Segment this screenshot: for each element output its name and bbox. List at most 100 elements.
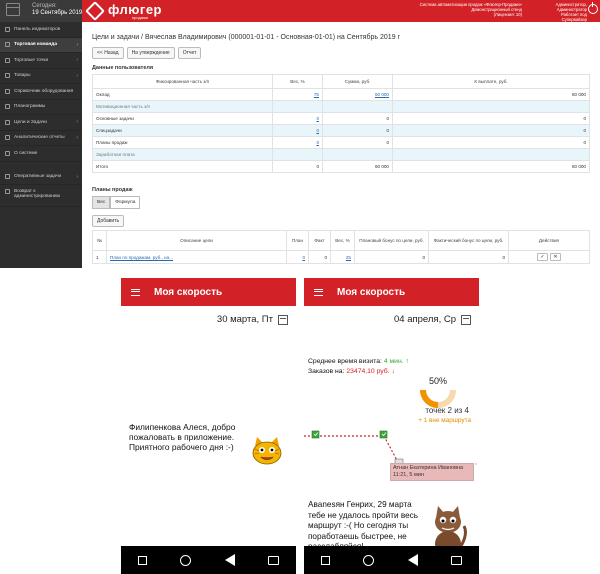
table-row: Планы продаж 0 0 0 <box>92 136 590 149</box>
sidebar-item[interactable]: Цели и Задачи › <box>0 115 82 131</box>
salary-table: Фиксированная часть з/п Вес, % Сумма, ру… <box>92 74 590 173</box>
current-date: 30 марта, Пт <box>216 314 273 325</box>
table-row: Спецзадачи 0 0 0 <box>92 124 590 137</box>
visit-tooltip: Атнан Екатерина Ивановна 11:21, 5 мин <box>390 463 474 481</box>
app-bar: Моя скорость <box>304 278 479 306</box>
section-sales-plans-title: Планы продаж <box>92 187 133 193</box>
row-sum[interactable]: 60 000 <box>322 88 393 101</box>
tab-weight[interactable]: Вес <box>92 196 111 209</box>
avg-visit-stat: Среднее время визита: 4 мин. ↑ <box>308 358 409 365</box>
row-sum: 60 000 <box>322 160 393 173</box>
row-weight <box>272 100 323 113</box>
plan-value[interactable]: 0 <box>286 250 309 264</box>
back-icon[interactable] <box>224 554 235 566</box>
report-button[interactable]: Отчет <box>177 47 202 59</box>
phone-body: 30 марта, Пт Филипенкова Алеся, добро по… <box>121 306 296 546</box>
table-row: Заработная плата <box>92 148 590 161</box>
tab-formula[interactable]: Формула <box>110 196 141 209</box>
motivation-message: Авanesян Генрих, 29 марта тебе не удалос… <box>308 500 418 551</box>
plans-table: № Описание цели План Факт Вес, % Плановы… <box>92 230 590 264</box>
sidebar-item[interactable]: Справочник оборудования <box>0 84 82 100</box>
row-name: Спецзадачи <box>92 124 273 137</box>
date-selector[interactable]: 04 апреля, Ср <box>394 314 471 325</box>
app-bar: Моя скорость <box>121 278 296 306</box>
sidebar-item-label: Торговая команда <box>14 42 58 48</box>
sidebar-item[interactable]: Возврат к администрированию <box>0 185 82 207</box>
route-line <box>304 430 479 468</box>
calendar-icon <box>6 3 20 16</box>
sidebar-item[interactable]: Торговая команда › <box>0 37 82 53</box>
table-row: 1 План по продажам, руб., на... 0 0 25 0 0 ✓ ✕ <box>92 250 590 264</box>
toolbar: << Назад На утверждение Отчет <box>92 47 590 59</box>
row-weight[interactable]: 0 <box>272 124 323 137</box>
sidebar-item[interactable]: Панель индикаторов <box>0 22 82 38</box>
menu-item-icon <box>5 104 10 110</box>
column-header: Вес, % <box>330 230 355 251</box>
app-switch-icon[interactable] <box>451 555 463 565</box>
app-switch-icon[interactable] <box>268 555 280 565</box>
sidebar-item[interactable]: Товары › <box>0 69 82 84</box>
chevron-right-icon: › <box>76 41 78 48</box>
chevron-right-icon: › <box>76 72 78 79</box>
orders-stat: Заказов на: 23474,10 руб. ↓ <box>308 368 395 375</box>
calendar-icon[interactable] <box>461 314 471 325</box>
back-icon[interactable] <box>407 554 418 566</box>
sidebar-item[interactable]: Оперативные задачи › <box>0 170 82 185</box>
column-header: Фиксированная часть з/п <box>92 74 273 89</box>
chevron-right-icon: › <box>76 173 78 180</box>
add-button[interactable]: Добавить <box>92 215 125 227</box>
goal-link[interactable]: План по продажам, руб., на... <box>106 250 287 264</box>
avg-visit-value: 4 мин. ↑ <box>383 358 409 365</box>
column-header: Плановый бонус по цели, руб. <box>354 230 429 251</box>
home-icon[interactable] <box>363 554 375 566</box>
column-header: Факт <box>308 230 331 251</box>
row-weight[interactable]: 0 <box>272 136 323 149</box>
row-sum: 0 <box>322 124 393 137</box>
row-weight[interactable]: 0 <box>272 112 323 125</box>
approve-button[interactable]: На утверждение <box>126 47 175 59</box>
visit-pin-icon[interactable] <box>311 430 320 439</box>
sidebar-item[interactable]: О системе <box>0 146 82 162</box>
app-title: Моя скорость <box>154 286 223 298</box>
date-selector[interactable]: 30 марта, Пт <box>217 314 288 325</box>
row-name: Мотивационная часть з/п <box>92 100 273 113</box>
weight-value[interactable]: 25 <box>330 250 355 264</box>
menu-icon[interactable] <box>131 288 140 296</box>
points-count: точек 2 из 4 <box>425 406 469 415</box>
today-date: 19 Сентябрь 2019 <box>32 10 83 16</box>
home-icon[interactable] <box>180 554 192 566</box>
table-row: Мотивационная часть з/п <box>92 100 590 113</box>
delete-icon[interactable]: ✕ <box>550 253 561 261</box>
row-weight[interactable]: 75 <box>272 88 323 101</box>
sidebar-item-label: Торговые точки <box>14 57 49 63</box>
avg-visit-label: Среднее время визита: <box>308 358 382 365</box>
main-content: Цели и задачи / Вячеслав Владимирович (0… <box>82 22 600 268</box>
back-button[interactable]: << Назад <box>92 47 124 59</box>
sidebar-item[interactable]: Аналитические отчеты › <box>0 131 82 146</box>
menu-item-icon <box>5 135 10 141</box>
row-pay: 0 <box>392 112 590 125</box>
row-name: Итого <box>92 160 273 173</box>
calendar-icon[interactable] <box>278 314 288 325</box>
edit-icon[interactable]: ✓ <box>537 253 548 261</box>
table-row: Основные задачи 0 0 0 <box>92 112 590 125</box>
sidebar-item-label: Панель индикаторов <box>14 26 61 32</box>
sidebar-item-label: Планограммы <box>14 104 46 110</box>
row-sum: 0 <box>322 112 393 125</box>
sidebar-item[interactable]: Планограммы <box>0 100 82 115</box>
row-weight: 0 <box>272 160 323 173</box>
top-bar: флюгер продажи Система автоматизации про… <box>82 0 600 27</box>
row-pay: 0 <box>392 124 590 137</box>
visit-pin-icon[interactable] <box>379 430 388 439</box>
power-icon[interactable] <box>588 2 598 14</box>
android-nav-bar <box>304 546 479 574</box>
recent-apps-icon[interactable] <box>137 555 147 565</box>
menu-icon[interactable] <box>314 288 323 296</box>
row-sum <box>322 100 393 113</box>
sidebar-item[interactable]: Торговые точки › <box>0 53 82 69</box>
menu-item-icon <box>5 119 10 125</box>
recent-apps-icon[interactable] <box>320 555 330 565</box>
sidebar-item-label: Возврат к администрированию <box>14 189 61 199</box>
column-header: Фактический бонус по цели, руб. <box>428 230 509 251</box>
table-row: Оклад 75 60 000 60 000 <box>92 88 590 101</box>
